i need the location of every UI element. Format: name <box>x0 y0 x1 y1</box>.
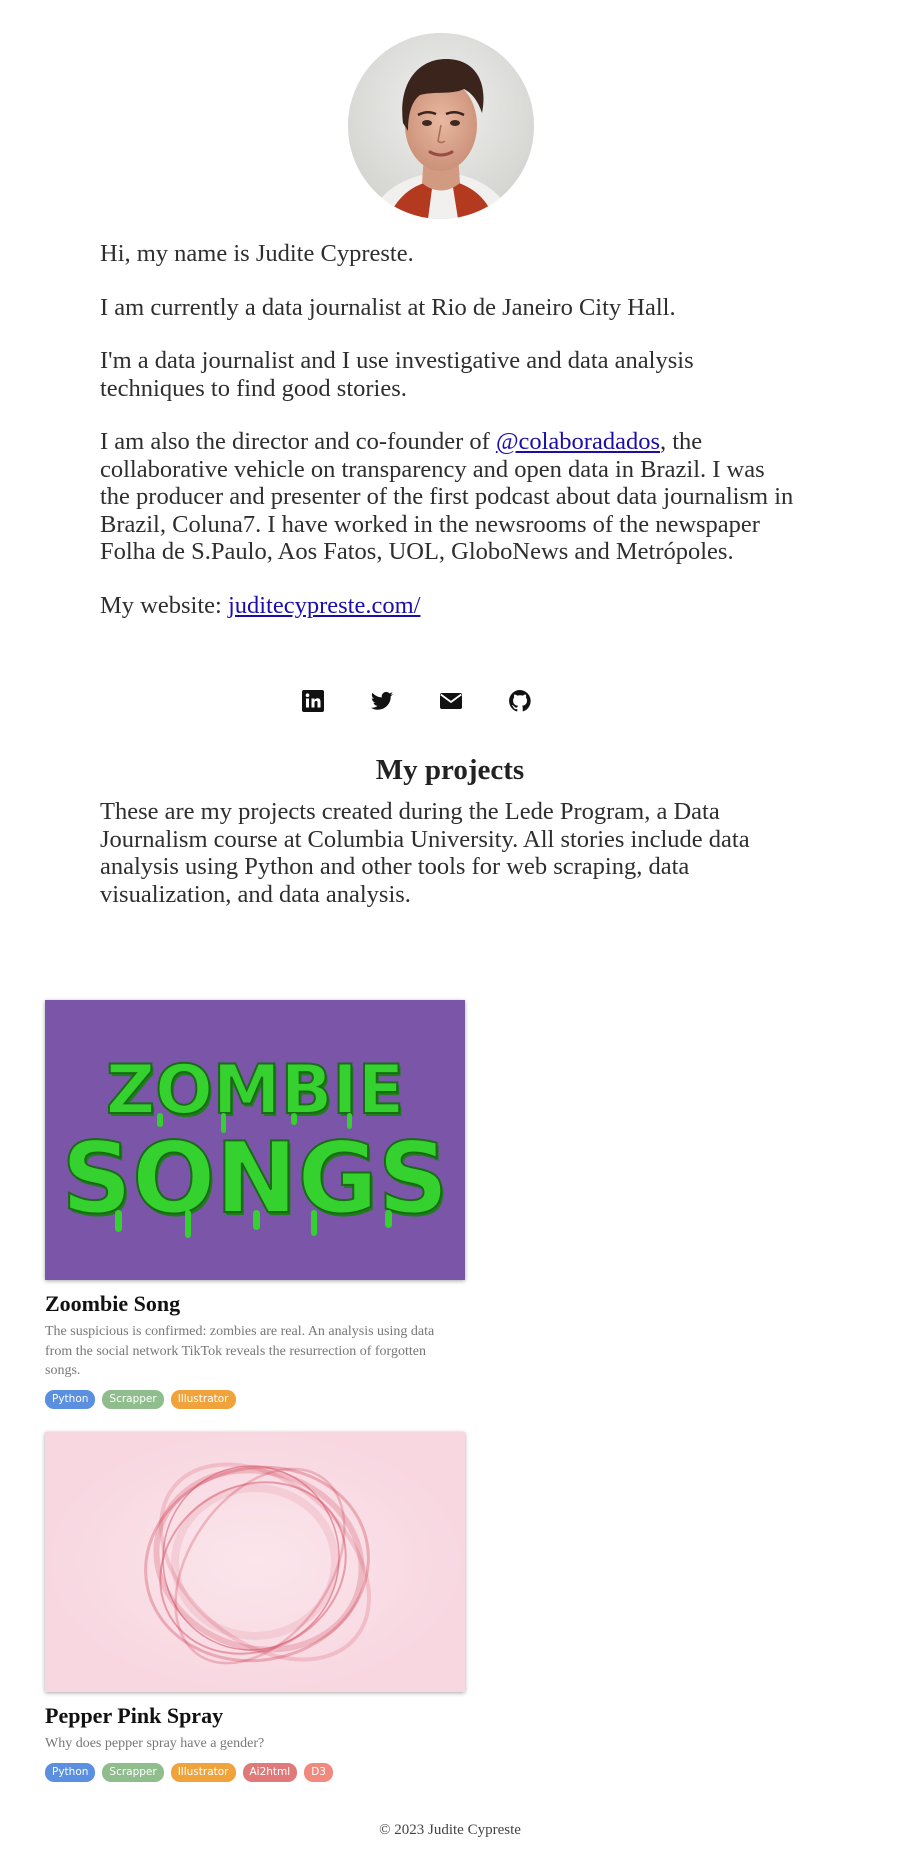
project-description: The suspicious is confirmed: zombies are… <box>45 1324 435 1378</box>
about-text: I'm a data journalist and I use investig… <box>100 347 694 402</box>
portrait-image <box>348 33 534 219</box>
linkedin-icon <box>302 690 324 712</box>
tag-list: Python Scrapper Illustrator <box>45 1389 465 1409</box>
tag-python[interactable]: Python <box>45 1762 96 1782</box>
tag-scrapper[interactable]: Scrapper <box>102 1762 164 1782</box>
linkedin-link[interactable] <box>299 687 327 715</box>
pepper-spray-image[interactable] <box>45 1432 465 1692</box>
zombie-songs-image[interactable]: ZOMBIE ZOMBIE SONGS SONGS <box>45 1000 465 1280</box>
website-label: My website: <box>100 591 228 619</box>
mail-icon <box>440 693 462 709</box>
intro-section: Hi, my name is Judite Cypreste. I am cur… <box>100 240 800 645</box>
tag-illustrator[interactable]: Illustrator <box>170 1389 236 1409</box>
project-card-pepper[interactable]: Pepper Pink Spray Why does pepper spray … <box>45 1432 465 1782</box>
social-links <box>0 687 900 715</box>
zombie-songs-artwork: ZOMBIE ZOMBIE SONGS SONGS <box>45 1000 465 1280</box>
twitter-icon <box>371 691 393 710</box>
tag-illustrator[interactable]: Illustrator <box>170 1762 236 1782</box>
projects-description: These are my projects created during the… <box>100 798 750 908</box>
pepper-spray-artwork <box>45 1432 465 1692</box>
twitter-link[interactable] <box>368 687 396 715</box>
projects-heading: My projects <box>375 754 525 786</box>
profile-avatar <box>348 33 534 219</box>
colaboradados-link[interactable]: @colaboradados <box>496 428 660 455</box>
github-link[interactable] <box>506 687 534 715</box>
project-title[interactable]: Pepper Pink Spray <box>45 1702 465 1730</box>
tag-list: Python Scrapper Illustrator Ai2html D3 <box>45 1762 465 1782</box>
footer-copyright: © 2023 Judite Cypreste <box>379 1822 521 1838</box>
director-prefix: I am also the director and co-founder of <box>100 428 496 455</box>
director-paragraph: I am also the director and co-founder of… <box>100 428 800 566</box>
greeting-text: Hi, my name is Judite Cypreste. <box>100 240 414 267</box>
website-paragraph: My website: juditecypreste.com/ <box>100 592 800 620</box>
project-card-zombie[interactable]: ZOMBIE ZOMBIE SONGS SONGS Zoombie Song T… <box>45 1000 465 1409</box>
zombie-text: ZOMBIE <box>106 1051 404 1130</box>
email-link[interactable] <box>437 687 465 715</box>
tag-scrapper[interactable]: Scrapper <box>102 1389 164 1409</box>
tag-ai2html[interactable]: Ai2html <box>242 1762 298 1782</box>
github-icon <box>509 690 531 712</box>
website-link[interactable]: juditecypreste.com/ <box>228 592 421 619</box>
project-title[interactable]: Zoombie Song <box>45 1290 465 1318</box>
current-role-text: I am currently a data journalist at Rio … <box>100 293 676 321</box>
tag-d3[interactable]: D3 <box>304 1762 333 1782</box>
project-description: Why does pepper spray have a gender? <box>45 1736 265 1751</box>
tag-python[interactable]: Python <box>45 1389 96 1409</box>
